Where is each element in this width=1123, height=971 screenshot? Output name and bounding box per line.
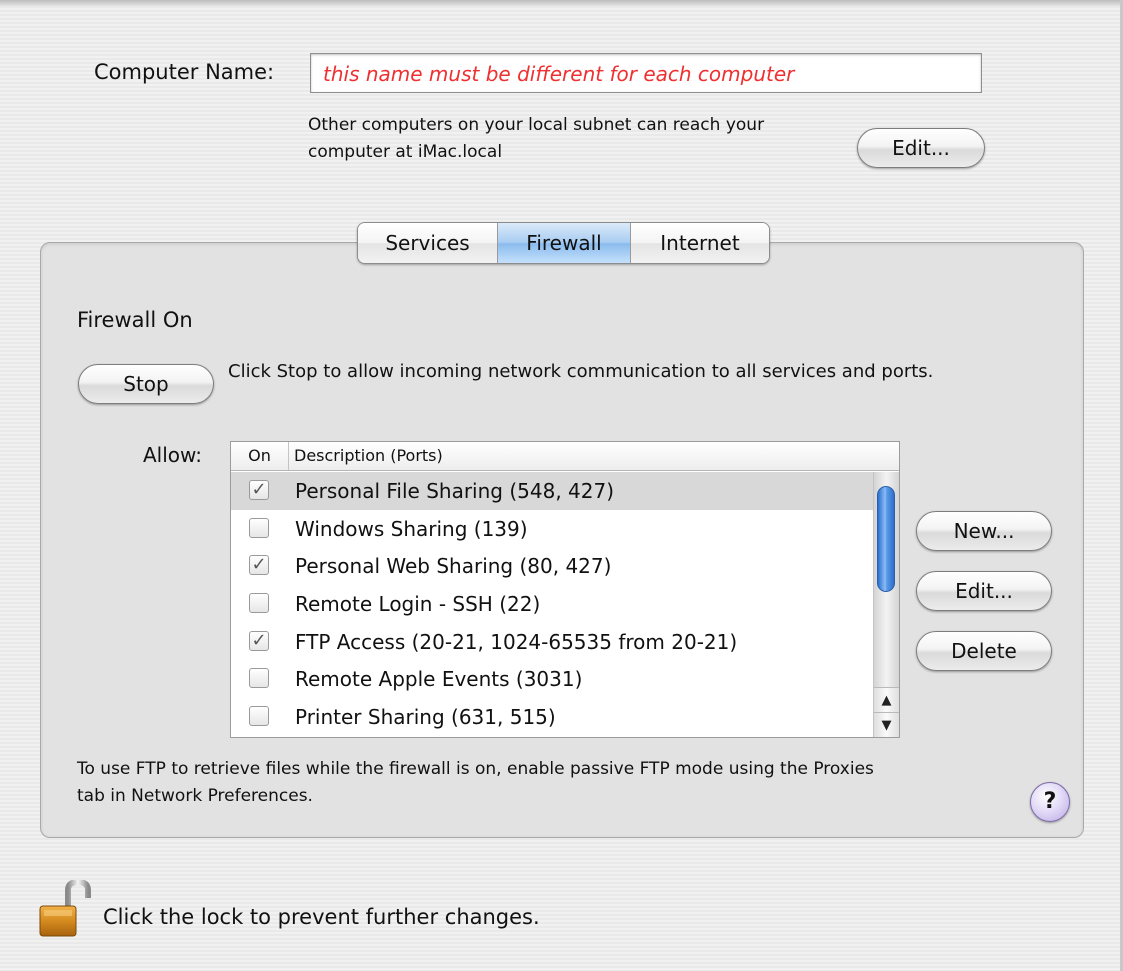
service-checkbox[interactable] xyxy=(249,668,269,689)
computer-name-field[interactable]: this name must be different for each com… xyxy=(310,53,982,93)
service-checkbox[interactable] xyxy=(249,593,269,614)
service-row[interactable]: Remote Login - SSH (22) xyxy=(231,585,873,623)
service-checkbox[interactable] xyxy=(249,517,269,538)
scroll-down-arrow-icon[interactable]: ▼ xyxy=(874,712,899,737)
service-checkbox[interactable] xyxy=(249,706,269,727)
service-label: Remote Apple Events (3031) xyxy=(295,667,583,692)
tab-bar: Services Firewall Internet xyxy=(357,222,770,264)
unlocked-padlock-icon[interactable] xyxy=(38,880,94,940)
service-checkbox[interactable]: ✓ xyxy=(249,630,269,651)
firewall-status: Firewall On xyxy=(77,308,193,332)
tab-internet[interactable]: Internet xyxy=(631,223,769,263)
scroll-thumb[interactable] xyxy=(877,486,895,592)
service-checkbox[interactable]: ✓ xyxy=(249,480,269,500)
service-row[interactable]: Remote Apple Events (3031) xyxy=(231,660,873,698)
service-label: Windows Sharing (139) xyxy=(295,516,528,541)
service-row[interactable]: ✓ Personal Web Sharing (80, 427) xyxy=(231,547,873,585)
list-header: On Description (Ports) xyxy=(231,442,899,471)
service-label: FTP Access (20-21, 1024-65535 from 20-21… xyxy=(295,629,738,654)
service-label: Printer Sharing (631, 515) xyxy=(295,705,556,730)
lock-message: Click the lock to prevent further change… xyxy=(103,905,540,929)
service-row[interactable]: Printer Sharing (631, 515) xyxy=(231,698,873,736)
edit-computer-name-button[interactable]: Edit... xyxy=(857,128,985,168)
tab-firewall[interactable]: Firewall xyxy=(498,223,631,263)
subnet-info-line-2: computer at iMac.local xyxy=(308,142,503,162)
subnet-info-line-1: Other computers on your local subnet can… xyxy=(308,115,765,135)
service-row[interactable]: ✓ Personal File Sharing (548, 427) xyxy=(231,472,873,510)
service-label: Personal Web Sharing (80, 427) xyxy=(295,554,612,579)
services-rows: ✓ Personal File Sharing (548, 427) Windows… xyxy=(231,472,873,736)
edit-service-button[interactable]: Edit... xyxy=(916,571,1052,611)
subnet-info-text: Other computers on your local subnet can… xyxy=(308,112,868,166)
column-header-on[interactable]: On xyxy=(231,442,289,470)
stop-firewall-button[interactable]: Stop xyxy=(78,364,214,404)
ftp-note: To use FTP to retrieve files while the f… xyxy=(77,756,1037,810)
delete-service-button[interactable]: Delete xyxy=(916,631,1052,671)
scroll-up-arrow-icon[interactable]: ▲ xyxy=(874,687,899,712)
allow-label: Allow: xyxy=(143,443,203,467)
service-label: Remote Login - SSH (22) xyxy=(295,592,541,617)
ftp-note-line-2: tab in Network Preferences. xyxy=(77,786,313,806)
service-checkbox[interactable]: ✓ xyxy=(249,555,269,576)
ftp-note-line-1: To use FTP to retrieve files while the f… xyxy=(77,759,874,779)
window-top-edge xyxy=(0,0,1123,6)
stop-description: Click Stop to allow incoming network com… xyxy=(228,361,934,382)
service-row[interactable]: Windows Sharing (139) xyxy=(231,510,873,548)
list-scrollbar[interactable]: ▲ ▼ xyxy=(873,472,899,737)
service-label: Personal File Sharing (548, 427) xyxy=(295,479,615,503)
tab-services[interactable]: Services xyxy=(358,223,498,263)
service-row[interactable]: ✓ FTP Access (20-21, 1024-65535 from 20-2… xyxy=(231,623,873,661)
new-service-button[interactable]: New... xyxy=(916,511,1052,551)
computer-name-label: Computer Name: xyxy=(94,60,275,84)
services-list: On Description (Ports) ✓ Personal File Sh… xyxy=(230,441,900,738)
help-button[interactable]: ? xyxy=(1030,782,1070,822)
column-header-description[interactable]: Description (Ports) xyxy=(294,442,443,470)
